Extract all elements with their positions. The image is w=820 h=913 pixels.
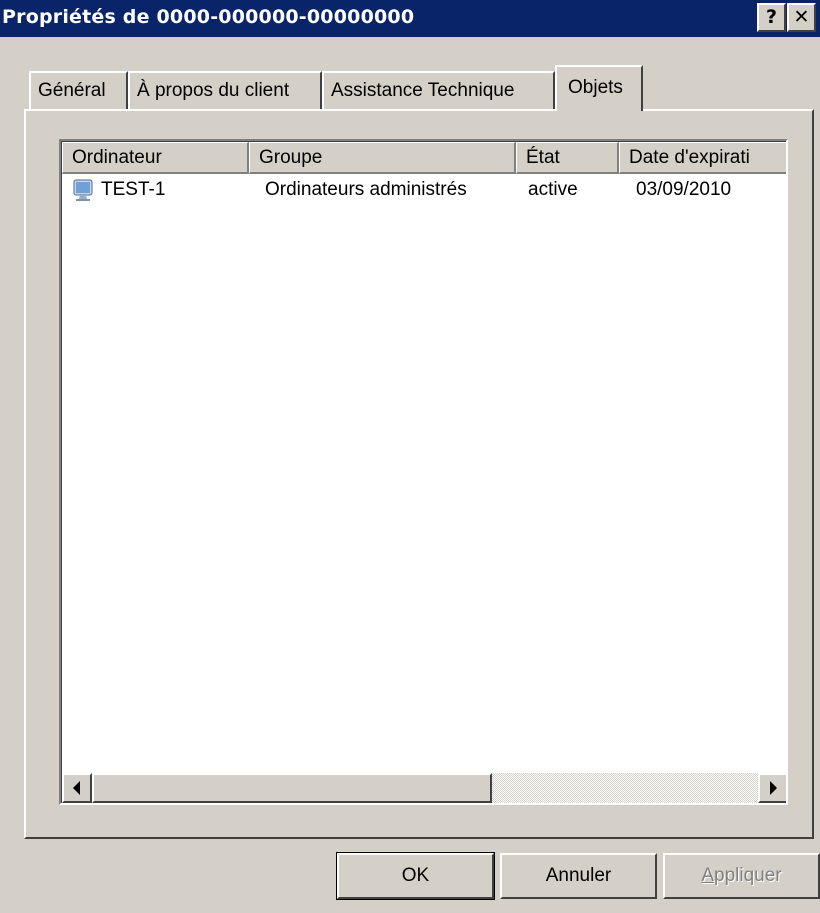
objects-list[interactable]: Ordinateur Groupe État Date d'expirati T… <box>59 139 788 805</box>
scroll-left-button[interactable] <box>62 773 92 803</box>
tab-technical-support[interactable]: Assistance Technique <box>322 71 555 109</box>
column-header-expiration[interactable]: Date d'expirati <box>619 142 786 174</box>
cell-computer-name: TEST-1 <box>101 179 166 200</box>
cancel-button[interactable]: Annuler <box>500 853 657 899</box>
scroll-right-button[interactable] <box>758 773 786 803</box>
apply-mnemonic: A <box>701 865 715 886</box>
apply-button[interactable]: Appliquer <box>663 853 820 899</box>
list-header: Ordinateur Groupe État Date d'expirati <box>62 142 786 174</box>
apply-label-rest: ppliquer <box>714 865 782 886</box>
column-header-computer[interactable]: Ordinateur <box>62 142 249 174</box>
arrow-right-icon <box>770 781 777 795</box>
column-header-group[interactable]: Groupe <box>249 142 516 174</box>
arrow-left-icon <box>73 781 80 795</box>
ok-button[interactable]: OK <box>336 852 495 900</box>
tab-objects[interactable]: Objets <box>555 65 643 111</box>
cell-state: active <box>528 179 578 200</box>
window-title: Propriétés de 0000-000000-00000000 <box>2 6 415 28</box>
cell-expiration-date: 03/09/2010 <box>636 179 732 200</box>
properties-dialog: Propriétés de 0000-000000-00000000 ? ✕ G… <box>0 0 820 913</box>
help-button[interactable]: ? <box>757 3 786 32</box>
tab-general[interactable]: Général <box>29 71 128 109</box>
horizontal-scrollbar[interactable] <box>62 773 786 803</box>
tab-about-client[interactable]: À propos du client <box>128 71 322 109</box>
scrollbar-thumb[interactable] <box>92 773 492 803</box>
close-button[interactable]: ✕ <box>787 3 816 32</box>
cell-group: Ordinateurs administrés <box>265 179 467 200</box>
column-header-state[interactable]: État <box>516 142 619 174</box>
computer-icon <box>73 179 93 201</box>
table-row[interactable]: TEST-1 Ordinateurs administrés active 03… <box>62 176 786 204</box>
title-bar[interactable]: Propriétés de 0000-000000-00000000 ? ✕ <box>0 0 820 37</box>
